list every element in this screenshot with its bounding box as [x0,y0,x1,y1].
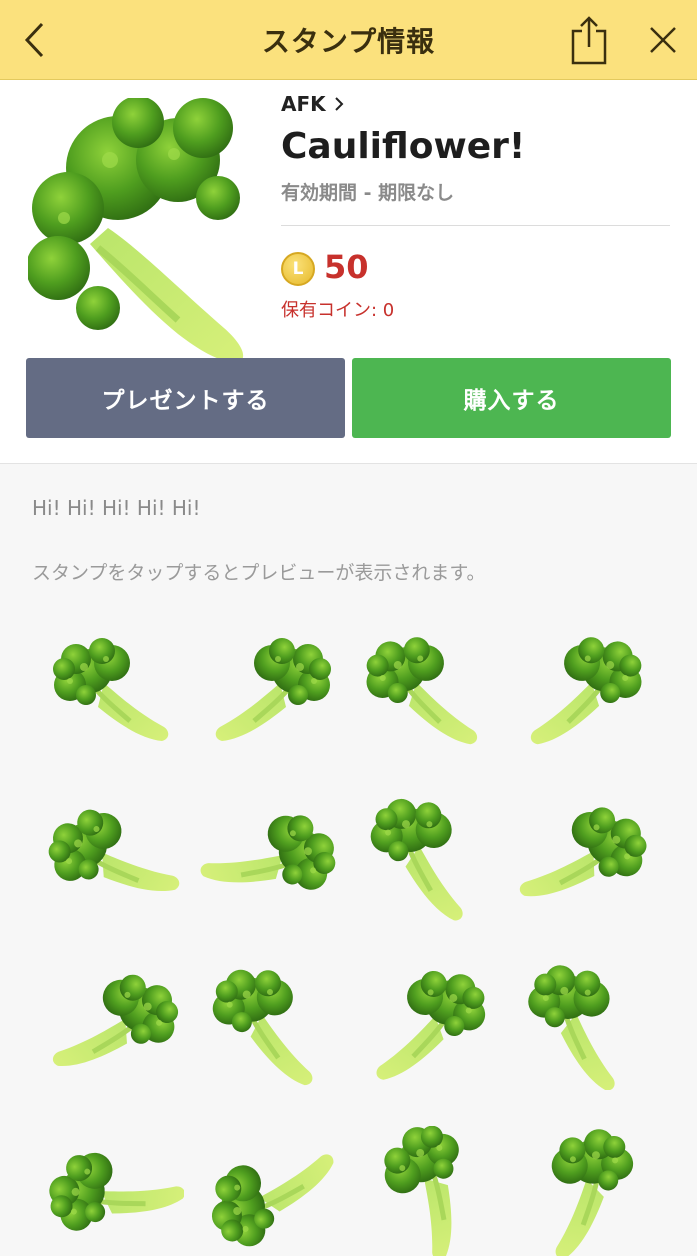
sticker-thumbnail[interactable] [512,1126,652,1256]
sticker-thumbnail[interactable] [356,626,496,756]
divider [281,225,670,226]
sticker-thumbnail[interactable] [200,792,340,922]
main-sticker-image [28,98,244,362]
price-value: 50 [324,248,369,286]
chevron-right-icon [334,97,344,111]
coin-icon: L [281,252,315,286]
sticker-description: Hi! Hi! Hi! Hi! Hi! [32,496,201,520]
close-icon [650,27,676,53]
sticker-thumbnail[interactable] [200,1126,340,1256]
sticker-title: Cauliflower! [281,126,526,167]
preview-hint: スタンプをタップするとプレビューが表示されます。 [32,562,486,584]
share-button[interactable] [554,0,624,80]
validity-period: 有効期間 - 期限なし [281,182,455,204]
sticker-grid [0,620,697,1200]
navigation-bar: スタンプ情報 [0,0,697,80]
author-link[interactable]: AFK [281,92,344,116]
share-icon [571,16,607,65]
owned-coins: 保有コイン: 0 [281,300,395,321]
author-name: AFK [281,92,326,116]
sticker-thumbnail[interactable] [44,1126,184,1256]
product-info-panel: AFK Cauliflower! 有効期間 - 期限なし L 50 保有コイン:… [0,80,697,464]
sticker-thumbnail[interactable] [200,626,340,756]
sticker-thumbnail[interactable] [356,1126,496,1256]
sticker-thumbnail[interactable] [356,792,496,922]
close-button[interactable] [628,0,697,80]
sticker-thumbnail[interactable] [512,960,652,1090]
sticker-thumbnail[interactable] [44,792,184,922]
buy-button[interactable]: 購入する [352,358,671,438]
sticker-thumbnail[interactable] [44,626,184,756]
gift-button[interactable]: プレゼントする [26,358,345,438]
sticker-thumbnail[interactable] [356,960,496,1090]
sticker-thumbnail[interactable] [512,792,652,922]
sticker-thumbnail[interactable] [44,960,184,1090]
sticker-thumbnail[interactable] [200,960,340,1090]
sticker-thumbnail[interactable] [512,626,652,756]
